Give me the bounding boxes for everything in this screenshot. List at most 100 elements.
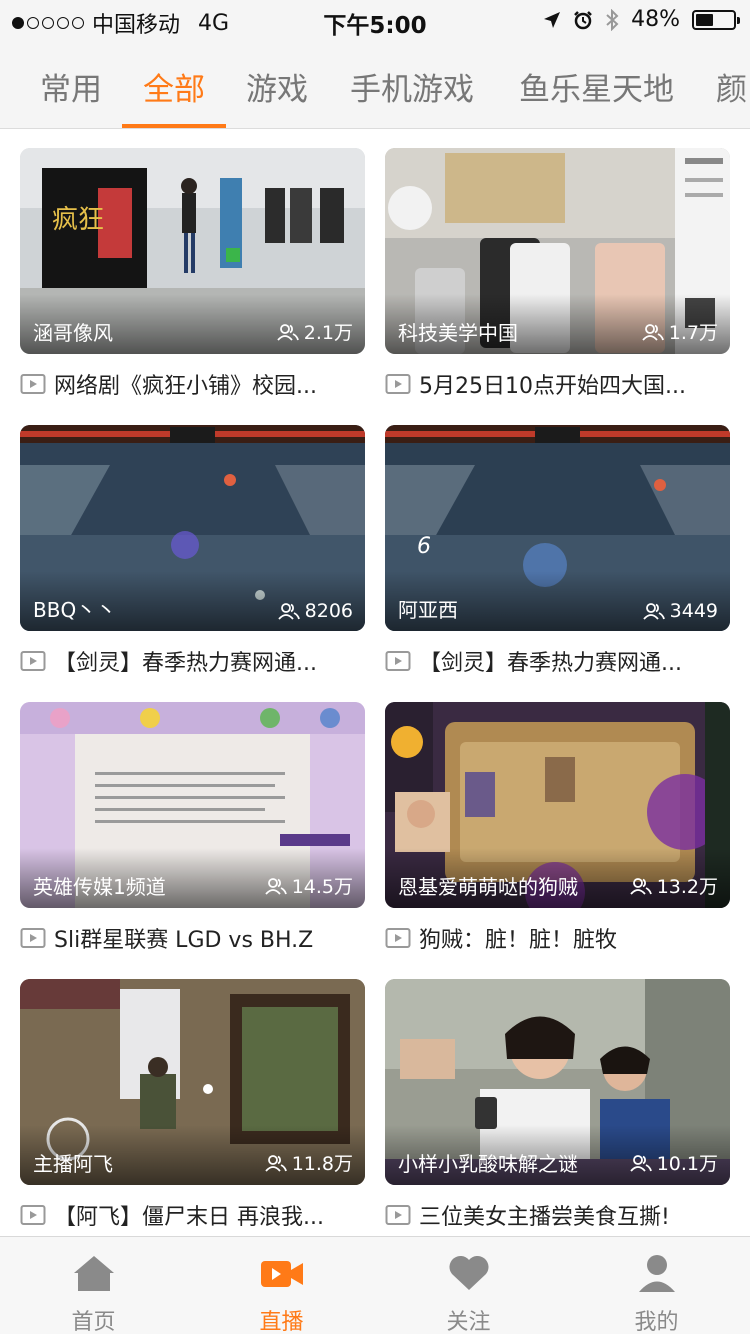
heart-icon [449, 1255, 489, 1290]
room-title-row[interactable]: 狗贼：脏！脏！脏牧 [385, 922, 730, 954]
person-icon [639, 1255, 675, 1292]
nav-follow[interactable]: 关注 [375, 1237, 562, 1334]
anchor-name: 小样小乳酸味解之谜 [398, 1152, 578, 1176]
nav-me-label: 我的 [634, 1310, 679, 1334]
anchor-name: 涵哥像风 [33, 321, 113, 345]
location-arrow-icon [544, 11, 561, 28]
video-camera-icon [261, 1261, 303, 1287]
room-thumbnail[interactable]: BBQ丶丶 8206 [20, 425, 365, 631]
room-title: 【剑灵】春季热力赛网通... [419, 651, 682, 676]
battery-level [696, 13, 714, 26]
video-play-icon [20, 651, 46, 671]
video-play-icon [385, 651, 411, 671]
room-title-row[interactable]: 【剑灵】春季热力赛网通... [385, 645, 730, 677]
video-play-icon [385, 928, 411, 948]
nav-live-label: 直播 [259, 1310, 304, 1334]
live-room-card[interactable]: 主播阿飞 11.8万 【阿飞】僵尸末日 再浪我... [20, 979, 365, 1241]
viewers-icon [265, 1154, 287, 1172]
viewers-icon [642, 323, 664, 341]
nav-me[interactable]: 我的 [563, 1237, 750, 1334]
room-title: Sli群星联赛 LGD vs BH.Z [54, 928, 314, 953]
live-room-card[interactable]: 疯狂 涵哥像风 2.1万 网络剧《疯狂小铺》校园... [20, 148, 365, 410]
video-play-icon [385, 1205, 411, 1225]
viewer-count-value: 1.7万 [668, 322, 718, 344]
viewer-count: 3449 [642, 600, 718, 622]
viewer-count-value: 14.5万 [291, 876, 353, 898]
room-title-row[interactable]: 网络剧《疯狂小铺》校园... [20, 368, 365, 400]
room-thumbnail[interactable]: 恩基爱萌萌哒的狗贼 13.2万 [385, 702, 730, 908]
svg-text:疯狂: 疯狂 [52, 205, 104, 235]
home-icon [74, 1256, 114, 1291]
nav-live[interactable]: 直播 [188, 1237, 375, 1334]
anchor-name: 阿亚西 [398, 598, 458, 622]
viewer-count: 1.7万 [642, 318, 718, 345]
viewer-count-value: 8206 [304, 600, 353, 622]
room-title: 狗贼：脏！脏！脏牧 [419, 928, 618, 953]
anchor-name: 科技美学中国 [398, 321, 518, 345]
viewer-count: 13.2万 [630, 872, 718, 899]
viewer-count: 11.8万 [265, 1149, 353, 1176]
nav-follow-label: 关注 [446, 1310, 491, 1334]
battery-percent: 48% [631, 7, 680, 32]
room-thumbnail[interactable]: 主播阿飞 11.8万 [20, 979, 365, 1185]
bottom-navigation: 首页 直播 关注 我的 [0, 1236, 750, 1334]
room-title: 5月25日10点开始四大国... [419, 374, 686, 399]
nav-home-label: 首页 [71, 1310, 116, 1334]
tab-all[interactable]: 全部 [143, 64, 205, 109]
tab-mobile-games[interactable]: 手机游戏 [350, 64, 474, 109]
live-room-card[interactable]: 6 阿亚西 3449 【剑灵】春季热力赛网通... [385, 425, 730, 687]
room-title-row[interactable]: Sli群星联赛 LGD vs BH.Z [20, 922, 365, 954]
room-title-row[interactable]: 5月25日10点开始四大国... [385, 368, 730, 400]
video-play-icon [20, 928, 46, 948]
viewer-count-value: 13.2万 [656, 876, 718, 898]
room-title-row[interactable]: 三位美女主播尝美食互撕! [385, 1199, 730, 1231]
viewers-icon [277, 603, 300, 620]
video-play-icon [20, 1205, 46, 1225]
viewer-count-value: 3449 [669, 600, 718, 622]
room-title-row[interactable]: 【剑灵】春季热力赛网通... [20, 645, 365, 677]
live-room-card[interactable]: 英雄传媒1频道 14.5万 Sli群星联赛 LGD vs BH.Z [20, 702, 365, 964]
room-title-row[interactable]: 【阿飞】僵尸末日 再浪我... [20, 1199, 365, 1231]
live-room-card[interactable]: 小样小乳酸味解之谜 10.1万 三位美女主播尝美食互撕! [385, 979, 730, 1241]
room-title: 【剑灵】春季热力赛网通... [54, 651, 317, 676]
video-play-icon [385, 374, 411, 394]
live-room-card[interactable]: BBQ丶丶 8206 【剑灵】春季热力赛网通... [20, 425, 365, 687]
room-title: 三位美女主播尝美食互撕! [419, 1205, 670, 1230]
room-thumbnail[interactable]: 疯狂 涵哥像风 2.1万 [20, 148, 365, 354]
room-thumbnail[interactable]: 科技美学中国 1.7万 [385, 148, 730, 354]
viewer-count-value: 11.8万 [291, 1153, 353, 1175]
viewers-icon [630, 877, 652, 895]
battery-icon [692, 9, 740, 30]
bluetooth-icon [606, 8, 619, 31]
viewers-icon [265, 877, 287, 895]
anchor-name: BBQ丶丶 [33, 598, 117, 622]
status-right: 48% [543, 7, 740, 32]
viewers-icon [630, 1154, 652, 1172]
viewer-count-value: 2.1万 [303, 322, 353, 344]
viewer-count: 2.1万 [277, 318, 353, 345]
room-title: 网络剧《疯狂小铺》校园... [54, 374, 317, 399]
status-bar: 中国移动 4G 下午5:00 48% [0, 0, 750, 40]
tab-yule-world[interactable]: 鱼乐星天地 [519, 64, 674, 109]
alarm-clock-icon [574, 10, 592, 29]
tab-games[interactable]: 游戏 [246, 64, 308, 109]
room-thumbnail[interactable]: 小样小乳酸味解之谜 10.1万 [385, 979, 730, 1185]
room-title: 【阿飞】僵尸末日 再浪我... [54, 1205, 324, 1230]
viewers-icon [642, 603, 665, 620]
live-room-card[interactable]: 科技美学中国 1.7万 5月25日10点开始四大国... [385, 148, 730, 410]
active-tab-indicator [122, 124, 226, 128]
nav-home[interactable]: 首页 [0, 1237, 187, 1334]
room-thumbnail[interactable]: 英雄传媒1频道 14.5万 [20, 702, 365, 908]
viewer-count-value: 10.1万 [656, 1153, 718, 1175]
viewer-count: 10.1万 [630, 1149, 718, 1176]
viewer-count: 8206 [277, 600, 353, 622]
tab-common[interactable]: 常用 [40, 64, 102, 109]
video-play-icon [20, 374, 46, 394]
category-tabs: 常用 全部 游戏 手机游戏 鱼乐星天地 颜 [0, 40, 750, 129]
live-room-card[interactable]: 恩基爱萌萌哒的狗贼 13.2万 狗贼：脏！脏！脏牧 [385, 702, 730, 964]
viewers-icon [277, 323, 299, 341]
anchor-name: 英雄传媒1频道 [33, 875, 166, 899]
room-thumbnail[interactable]: 6 阿亚西 3449 [385, 425, 730, 631]
tab-yan[interactable]: 颜 [716, 64, 747, 109]
viewer-count: 14.5万 [265, 872, 353, 899]
